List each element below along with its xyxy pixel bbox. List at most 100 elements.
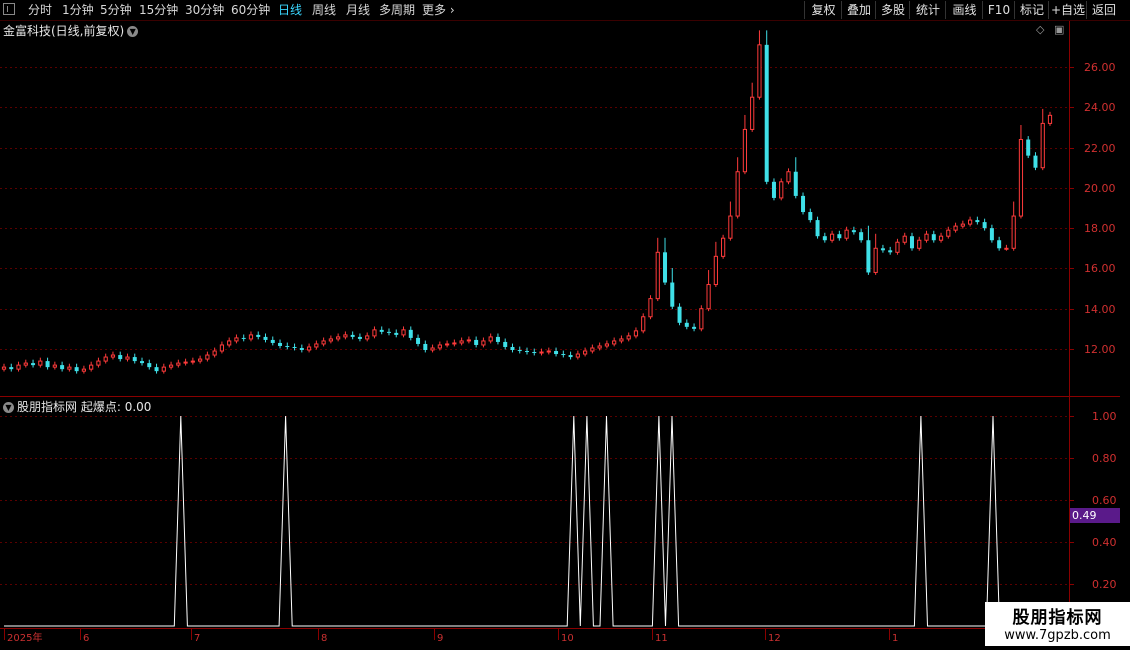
candle-body-down [154,367,159,372]
candle-body-down [554,351,559,355]
watermark-name: 股朋指标网 [1012,608,1103,628]
price-tick-label: 12.00 [1084,343,1116,356]
candle-body-up [23,362,28,366]
candle-body-down [764,44,769,182]
candle-body-down [1026,139,1031,156]
candle-body-up [648,298,653,318]
candle-body-down [771,181,776,198]
candle-body-down [285,345,290,347]
kline-chart[interactable]: 26.00 24.00 22.00 20.00 18.00 16.00 14.00 12.00… [0,0,1130,650]
candle-body-down [561,354,566,356]
candle-body-up [103,356,108,362]
candle-body-up [655,251,660,300]
candle-body-up [1018,139,1024,217]
candle-body-up [314,343,319,348]
candle-body-up [1011,215,1016,249]
date-tick-label: 10 [561,633,574,644]
price-tick-label: 24.00 [1084,101,1116,114]
candle-body-up [459,340,464,344]
candle-body-up [575,353,580,358]
date-tick-label: 12 [768,633,781,644]
indicator-value: 0.00 [124,400,152,414]
candle-body-down [263,336,268,340]
candle-body-up [546,350,551,353]
candle-body-up [1040,122,1045,169]
candle-body-up [699,308,704,330]
indicator-title[interactable]: ▼ 股朋指标网 起爆点: 0.00 [3,398,151,415]
candle-body-up [212,350,217,356]
candle-body-down [677,306,682,323]
candle-body-down [299,347,304,351]
candle-body-down [60,365,65,370]
candle-body-up [873,247,878,273]
candle-body-up [844,229,849,239]
candle-body-down [394,332,399,335]
candle-body-down [408,329,413,338]
candle-body-down [670,282,675,307]
candle-body-up [67,366,72,370]
candle-body-up [89,364,94,370]
candle-body-up [713,255,718,286]
candle-body-up [168,364,174,368]
date-tick-label: 2025年 [7,631,42,644]
candle-body-down [140,361,145,364]
candle-body-down [118,355,123,360]
candle-body-up [365,335,370,340]
candle-body-up [612,340,617,345]
candle-body-up [452,342,457,345]
candle-body-up [750,96,755,130]
candle-body-down [982,222,987,229]
candle-body-up [619,338,624,342]
candle-body-up [488,336,493,342]
candle-body-up [590,347,595,352]
candle-body-down [350,334,355,337]
candle-body-up [938,235,944,241]
candle-body-down [510,346,515,351]
candle-body-up [626,335,631,340]
candle-body-up [539,351,544,354]
candle-body-down [278,342,283,346]
watermark: 股朋指标网 www.7gpzb.com [985,602,1130,646]
indicator-name: 起爆点 [80,400,117,414]
candle-body-up [176,362,181,366]
price-axis: 26.00 24.00 22.00 20.00 18.00 16.00 14.00 12.00 [1069,61,1116,356]
candle-body-down [292,346,297,348]
candle-body-up [183,361,188,364]
candle-body-down [822,236,827,241]
candle-body-down [909,236,914,249]
indicator-cursor-value: 0.49 [1070,508,1120,523]
candle-body-up [924,233,929,241]
candle-body-up [721,237,726,257]
candle-body-down [815,220,820,237]
candle-body-down [1033,155,1038,168]
candle-body-down [568,355,573,358]
indicator-axis: 1.00 0.80 0.60 0.40 0.20 [1069,410,1117,591]
candle-body-down [416,337,421,344]
watermark-url: www.7gpzb.com [1004,628,1111,643]
candle-body-up [583,350,588,355]
chevron-down-icon[interactable]: ▼ [3,402,14,413]
candle-body-up [786,171,791,183]
candle-body-down [663,252,668,283]
price-tick-label: 18.00 [1084,222,1116,235]
candle-body-up [198,358,203,362]
qibaodian-line [4,415,1065,627]
candle-body-down [684,322,689,327]
candle-body-up [248,334,254,340]
candle-body-up [728,215,733,239]
price-tick-label: 26.00 [1084,61,1116,74]
candle-body-up [161,366,166,372]
candle-body-up [946,229,951,237]
candle-body-up [401,329,406,336]
candle-body-up [110,354,116,358]
candle-body-down [692,326,697,329]
candle-body-down [9,367,14,370]
candle-body-up [706,284,711,310]
date-tick-label: 1 [892,633,898,644]
indicator-tick-label: 0.20 [1092,578,1117,591]
candle-body-down [386,331,391,333]
candle-body-down [888,250,893,253]
right-info-panel[interactable] [1120,22,1130,628]
candle-body-down [532,352,537,354]
candle-body-up [960,223,965,227]
